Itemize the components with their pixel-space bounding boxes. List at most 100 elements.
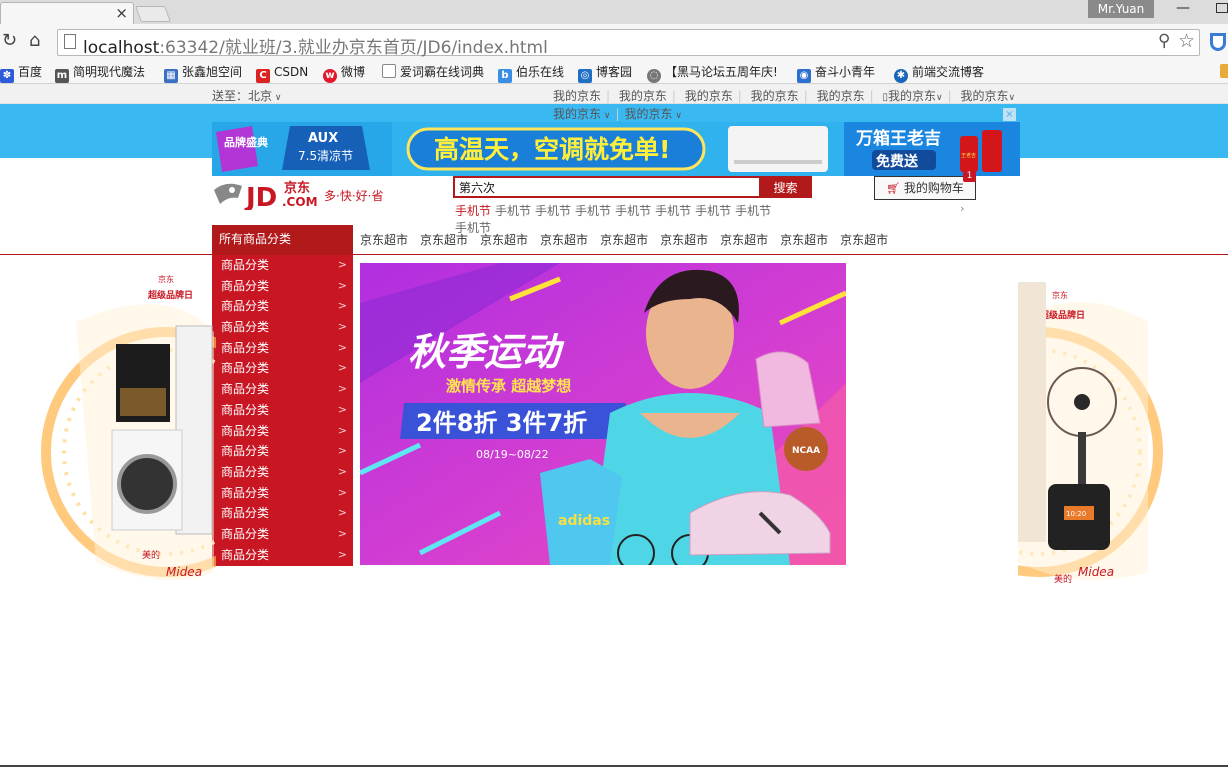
chevron-right-icon: > [337,423,347,437]
chevron-right-icon[interactable]: › [960,202,964,215]
nav-link[interactable]: 京东超市 [720,233,768,247]
profile-name[interactable]: Mr.Yuan [1088,0,1154,18]
hot-keyword[interactable]: 手机节 [535,204,571,218]
chevron-right-icon: > [337,299,347,313]
close-tab-icon[interactable]: × [115,4,128,22]
top-link[interactable]: 我的京东 [619,87,667,104]
bookmark-cnblogs[interactable]: ◎ 博客园 [578,63,632,83]
category-item[interactable]: 商品分类 > [212,276,353,297]
hot-keyword[interactable]: 手机节 [695,204,731,218]
banner-badge: 品牌盛典 [224,135,268,149]
side-ad-right[interactable]: 京东 超级品牌日 10:20 美的 Midea [1018,262,1198,604]
top-nav: 送至：北京 ∨ 我的京东 | 我的京东 | 我的京东 | 我的京东 | 我的京东 | ▯我… [0,84,1228,104]
all-categories-header[interactable]: 所有商品分类 [212,225,353,254]
bookmark-frontend[interactable]: ✱ 前端交流博客 [894,63,984,83]
search-button[interactable]: 搜索 [759,176,812,198]
category-item[interactable]: 商品分类 > [212,255,353,276]
category-item[interactable]: 商品分类 > [212,524,353,545]
browser-tab[interactable]: × [0,2,134,24]
side-badge-sub: 超级品牌日 [147,289,193,301]
hot-keyword[interactable]: 手机节 [495,204,531,218]
url-text[interactable]: localhost:63342/就业班/3.就业办京东首页/JD6/index.… [83,33,548,58]
category-item[interactable]: 商品分类 > [212,296,353,317]
top-link[interactable]: 我的京东 [685,87,733,104]
c-icon: C [256,69,270,83]
top-link[interactable]: 我的京东 [625,107,673,121]
nav-link[interactable]: 京东超市 [420,233,468,247]
chevron-right-icon: > [337,444,347,458]
side-badge: 京东 [1052,290,1068,300]
bookmark-weibo[interactable]: w 微博 [323,63,365,83]
side-ad-left[interactable]: 京东 超级品牌日 美的 Midea [36,262,216,604]
top-link[interactable]: 我的京东 [553,107,601,121]
category-item[interactable]: 商品分类 > [212,338,353,359]
bookmark-jobbole[interactable]: b 伯乐在线 [498,63,564,83]
logo-jingdong: 京东 [284,180,310,196]
new-tab-button[interactable] [135,6,171,22]
bookmark-baidu[interactable]: ✽ 百度 [0,63,42,83]
zoom-icon[interactable]: ⚲ [1158,31,1170,51]
category-item[interactable]: 商品分类 > [212,545,353,566]
hot-keyword[interactable]: 手机节 [455,204,491,218]
bookmark-csdn[interactable]: C CSDN [256,63,308,83]
promo-line1: 万箱王老吉 [855,128,941,149]
chevron-right-icon: > [337,526,347,540]
chevron-right-icon: > [337,402,347,416]
nav-link[interactable]: 京东超市 [360,233,408,247]
search-input[interactable] [453,176,759,198]
top-link[interactable]: 我的京东 [751,87,799,104]
category-item[interactable]: 商品分类 > [212,379,353,400]
bookmark-magic[interactable]: m 简明现代魔法 [55,63,145,83]
jd-logo[interactable]: JD 京东 .COM 多·快·好·省 [212,176,394,210]
bookmark-heima[interactable]: ◌ 【黑马论坛五周年庆! [647,63,778,83]
weibo-icon: w [323,69,337,83]
hot-keyword[interactable]: 手机节 [615,204,651,218]
category-item[interactable]: 商品分类 > [212,462,353,483]
nav-link[interactable]: 京东超市 [660,233,708,247]
category-item[interactable]: 商品分类 > [212,421,353,442]
home-icon[interactable]: ⌂ [29,30,40,51]
nav-link[interactable]: 京东超市 [480,233,528,247]
logo-com: .COM [282,195,318,209]
maximize-icon[interactable] [1216,3,1228,13]
cart-button[interactable]: 🛒︎ 我的购物车 [874,176,976,200]
bookmark-star-icon[interactable]: ☆ [1178,30,1195,52]
reload-icon[interactable]: ↻ [2,30,17,51]
bookmark-folder[interactable] [1220,63,1228,81]
logo-slogan: 多·快·好·省 [324,189,383,203]
paw-icon: ✽ [0,69,14,83]
nav-link[interactable]: 京东超市 [780,233,828,247]
top-link[interactable]: 我的京东 [553,87,601,104]
category-item[interactable]: 商品分类 > [212,400,353,421]
chevron-right-icon: > [337,485,347,499]
chevron-right-icon: > [337,320,347,334]
minimize-icon[interactable]: — [1176,0,1190,16]
category-item[interactable]: 商品分类 > [212,358,353,379]
nav-link[interactable]: 京东超市 [540,233,588,247]
bookmark-zxx[interactable]: ▦ 张鑫旭空间 [164,63,242,83]
top-link[interactable]: 我的京东 [817,87,865,104]
address-bar[interactable]: localhost:63342/就业班/3.就业办京东首页/JD6/index.… [57,29,1200,58]
hot-keyword[interactable]: 手机节 [655,204,691,218]
shield-icon[interactable] [1210,33,1226,51]
top-link[interactable]: 我的京东 [960,87,1008,104]
site-icon: ▦ [164,69,178,83]
globe-icon: ◌ [647,69,661,83]
nav-link[interactable]: 京东超市 [600,233,648,247]
bookmark-fendou[interactable]: ◉ 奋斗小青年 [797,63,875,83]
top-link[interactable]: 我的京东 [888,87,936,104]
top-banner-ad[interactable]: 品牌盛典 AUX 7.5清凉节 高温天，空调就免单! 万箱王老吉 免费送 王老吉 [212,122,1020,176]
hero-banner[interactable]: 秋季运动 激情传承 超越梦想 2件8折 3件7折 08/19~08/22 adi… [360,263,846,565]
category-item[interactable]: 商品分类 > [212,441,353,462]
hot-keyword[interactable]: 手机节 [575,204,611,218]
bookmark-iciba[interactable]: 爱词霸在线词典 [382,63,484,81]
nav-link[interactable]: 京东超市 [840,233,888,247]
category-item[interactable]: 商品分类 > [212,483,353,504]
hot-keyword[interactable]: 手机节 [735,204,771,218]
banner-close-icon[interactable]: × [1003,108,1016,121]
site-icon: ✱ [894,69,908,83]
ship-to-selector[interactable]: 送至：北京 ∨ [212,87,281,104]
category-item[interactable]: 商品分类 > [212,503,353,524]
side-brand-en: Midea [1078,565,1114,579]
category-item[interactable]: 商品分类 > [212,317,353,338]
